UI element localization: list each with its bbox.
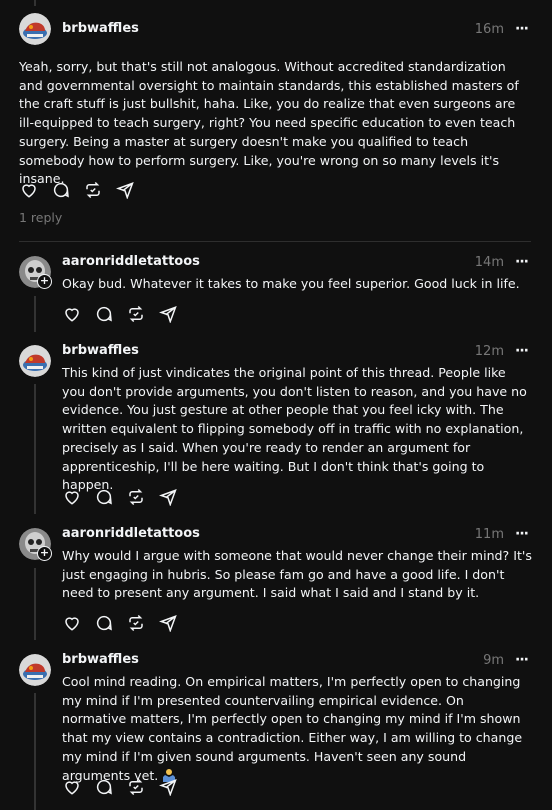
- share-icon[interactable]: [159, 488, 177, 506]
- follow-plus-icon[interactable]: +: [37, 274, 52, 289]
- ellipsis-icon[interactable]: ···: [515, 652, 529, 668]
- ellipsis-icon[interactable]: ···: [515, 526, 529, 542]
- comment-icon[interactable]: [95, 614, 113, 632]
- heart-icon[interactable]: [63, 614, 81, 632]
- reply-actions: [63, 305, 177, 323]
- thread-line: [34, 693, 36, 810]
- avatar-brbwaffles[interactable]: [19, 345, 51, 377]
- reply-text: This kind of just vindicates the origina…: [62, 365, 527, 493]
- heart-icon[interactable]: [63, 778, 81, 796]
- reply-actions: [63, 778, 177, 796]
- avatar-brbwaffles[interactable]: [19, 654, 51, 686]
- share-icon[interactable]: [159, 778, 177, 796]
- ellipsis-icon[interactable]: ···: [515, 21, 529, 37]
- reply-text-container: Cool mind reading. On empirical matters,…: [62, 673, 532, 785]
- repost-icon[interactable]: [127, 488, 145, 506]
- reply-count[interactable]: 1 reply: [19, 210, 62, 225]
- repost-icon[interactable]: [127, 778, 145, 796]
- comment-icon[interactable]: [95, 488, 113, 506]
- timestamp: 9m: [483, 653, 504, 668]
- reply-text: Cool mind reading. On empirical matters,…: [62, 674, 523, 783]
- username[interactable]: brbwaffles: [62, 21, 139, 36]
- heart-icon[interactable]: [20, 181, 38, 199]
- username[interactable]: brbwaffles: [62, 343, 139, 358]
- repost-icon[interactable]: [84, 181, 102, 199]
- reply-actions: [63, 614, 177, 632]
- thread-line: [34, 384, 36, 514]
- avatar-brbwaffles[interactable]: [19, 13, 51, 45]
- username[interactable]: aaronriddletattoos: [62, 526, 200, 541]
- follow-plus-icon[interactable]: +: [37, 546, 52, 561]
- reply-text: Okay bud. Whatever it takes to make you …: [62, 276, 520, 291]
- username[interactable]: brbwaffles: [62, 652, 139, 667]
- thread-line: [34, 568, 36, 640]
- reply-actions: [63, 488, 177, 506]
- timestamp: 12m: [474, 344, 504, 359]
- repost-icon[interactable]: [127, 305, 145, 323]
- share-icon[interactable]: [159, 614, 177, 632]
- timestamp: 14m: [474, 255, 504, 270]
- heart-icon[interactable]: [63, 488, 81, 506]
- reply-text: Why would I argue with someone that woul…: [62, 548, 532, 601]
- share-icon[interactable]: [116, 181, 134, 199]
- timestamp: 11m: [474, 527, 504, 542]
- comment-icon[interactable]: [95, 305, 113, 323]
- ellipsis-icon[interactable]: ···: [515, 343, 529, 359]
- timestamp: 16m: [474, 22, 504, 37]
- divider: [19, 241, 531, 242]
- thread-line-top: [34, 0, 36, 6]
- heart-icon[interactable]: [63, 305, 81, 323]
- comment-icon[interactable]: [52, 181, 70, 199]
- post-text: Yeah, sorry, but that's still not analog…: [19, 59, 519, 187]
- comment-icon[interactable]: [95, 778, 113, 796]
- username[interactable]: aaronriddletattoos: [62, 254, 200, 269]
- ellipsis-icon[interactable]: ···: [515, 254, 529, 270]
- share-icon[interactable]: [159, 305, 177, 323]
- repost-icon[interactable]: [127, 614, 145, 632]
- thread-line: [34, 296, 36, 332]
- post-actions: [20, 181, 134, 199]
